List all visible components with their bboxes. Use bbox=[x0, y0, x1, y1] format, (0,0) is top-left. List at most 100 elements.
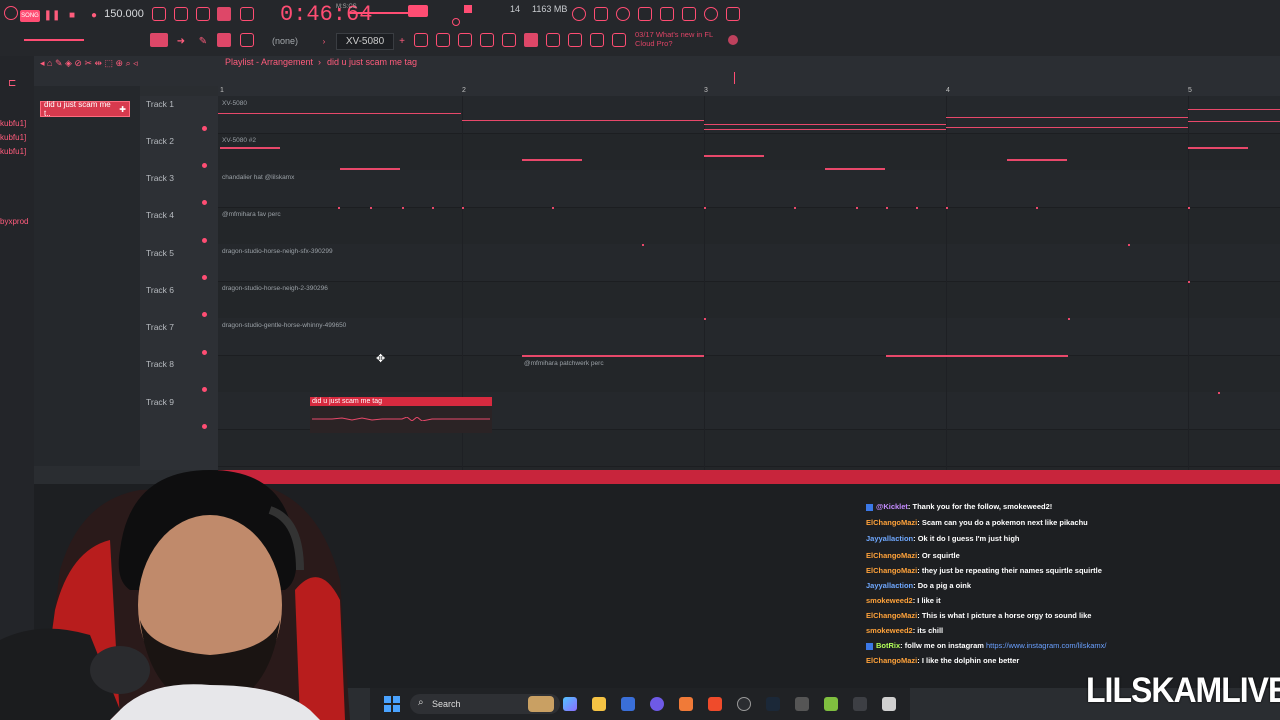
track-label[interactable]: Track 8 bbox=[146, 359, 174, 369]
track-label[interactable]: Track 4 bbox=[146, 210, 174, 220]
browser-toggle-icon[interactable]: ⊏ bbox=[8, 78, 16, 89]
track-mute-led[interactable] bbox=[202, 126, 207, 131]
taskbar-search[interactable]: ⌕ Search bbox=[410, 694, 560, 714]
countdown-icon[interactable] bbox=[196, 7, 210, 21]
track-label[interactable]: Track 7 bbox=[146, 322, 174, 332]
file-explorer-icon[interactable] bbox=[592, 697, 606, 711]
browser-item[interactable]: kubfu1] bbox=[0, 147, 26, 156]
wait-icon[interactable] bbox=[174, 7, 188, 21]
blend-icon[interactable] bbox=[240, 7, 254, 21]
obs-icon[interactable] bbox=[737, 697, 751, 711]
track-mute-led[interactable] bbox=[202, 163, 207, 168]
news-close-icon[interactable] bbox=[728, 35, 738, 45]
mixer-view-icon[interactable] bbox=[480, 33, 494, 47]
track-lane[interactable] bbox=[218, 133, 1280, 171]
pattern-selector[interactable]: XV-5080 bbox=[336, 33, 394, 50]
record-icon[interactable]: ● bbox=[88, 7, 100, 23]
track-lane[interactable] bbox=[218, 244, 1280, 282]
timeline-ruler[interactable]: 1 2 3 4 5 bbox=[218, 86, 1280, 96]
discord-icon[interactable] bbox=[650, 697, 664, 711]
time-display[interactable]: 0:46:64 bbox=[280, 2, 372, 27]
download-icon[interactable] bbox=[726, 7, 740, 21]
clip-label[interactable]: @mfmihara fav perc bbox=[222, 211, 281, 218]
main-volume-slider[interactable] bbox=[24, 39, 84, 41]
help-icon[interactable] bbox=[638, 7, 652, 21]
piano-roll-icon[interactable] bbox=[436, 33, 450, 47]
microphone-icon[interactable] bbox=[616, 7, 630, 21]
browser-item[interactable]: kubfu1] bbox=[0, 119, 26, 128]
browser-icon[interactable] bbox=[502, 33, 516, 47]
plus-icon[interactable]: + bbox=[396, 33, 408, 49]
link-icon[interactable] bbox=[217, 33, 231, 47]
track-mute-led[interactable] bbox=[202, 238, 207, 243]
master-pitch-knob[interactable] bbox=[408, 5, 428, 17]
clip-label[interactable]: dragon-studio-gentle-horse-whinny-499650 bbox=[222, 322, 346, 329]
playlist-icon[interactable] bbox=[414, 33, 428, 47]
tempo-tapper-icon[interactable] bbox=[546, 33, 560, 47]
channel-icon[interactable] bbox=[458, 33, 472, 47]
track-mute-led[interactable] bbox=[202, 200, 207, 205]
stamp-icon[interactable] bbox=[240, 33, 254, 47]
clip-label[interactable]: XV-5080 bbox=[222, 100, 247, 107]
pattern-song-icon[interactable] bbox=[150, 33, 168, 47]
clip-label[interactable]: XV-5080 #2 bbox=[222, 137, 256, 144]
mixer-strip[interactable] bbox=[218, 470, 1280, 484]
macro-icon[interactable] bbox=[590, 33, 604, 47]
mixer-icon[interactable] bbox=[594, 7, 608, 21]
track-mute-led[interactable] bbox=[202, 350, 207, 355]
oscilloscope-icon[interactable] bbox=[464, 5, 472, 13]
fl-logo-icon[interactable] bbox=[4, 6, 18, 20]
windows-start-icon[interactable] bbox=[384, 696, 400, 712]
track-label[interactable]: Track 1 bbox=[146, 99, 174, 109]
clip-label[interactable]: @mfmihara patchwerk perc bbox=[524, 360, 604, 367]
app-icon[interactable] bbox=[824, 697, 838, 711]
track-mute-led[interactable] bbox=[202, 387, 207, 392]
add-pattern-icon[interactable]: ✚ bbox=[119, 105, 126, 114]
clip-label[interactable]: dragon-studio-horse-neigh-sfx-390299 bbox=[222, 248, 333, 255]
track-label[interactable]: Track 6 bbox=[146, 285, 174, 295]
copilot-icon[interactable] bbox=[563, 697, 577, 711]
channel-rack-icon[interactable] bbox=[682, 7, 696, 21]
track-lane[interactable] bbox=[218, 170, 1280, 208]
browser-item[interactable]: kubfu1] bbox=[0, 133, 26, 142]
undo-history-icon[interactable] bbox=[572, 7, 586, 21]
fl-studio-icon[interactable] bbox=[679, 697, 693, 711]
arrow-right-icon[interactable]: ➜ bbox=[174, 33, 188, 49]
track-mute-led[interactable] bbox=[202, 312, 207, 317]
browser-item[interactable]: byxprod bbox=[0, 217, 28, 226]
song-mode-icon[interactable]: SONG bbox=[20, 10, 40, 22]
metronome-icon[interactable] bbox=[152, 7, 166, 21]
loop-record-icon[interactable] bbox=[217, 7, 231, 21]
app-icon[interactable] bbox=[882, 697, 896, 711]
snap-selector[interactable]: (none) bbox=[272, 36, 298, 46]
playlist-tools-icons[interactable]: ◂ ⌂ ✎ ◈ ⊘ ✂ ⇹ ⬚ ⊕ ⌕ ◃ bbox=[40, 58, 138, 69]
track-lane[interactable] bbox=[218, 281, 1280, 319]
track-label[interactable]: Track 3 bbox=[146, 173, 174, 183]
track-mute-led[interactable] bbox=[202, 275, 207, 280]
plugin-icon[interactable] bbox=[524, 33, 538, 47]
playhead-marker[interactable] bbox=[734, 72, 735, 84]
app-icon[interactable] bbox=[795, 697, 809, 711]
track-lane[interactable] bbox=[218, 318, 1280, 356]
steam-icon[interactable] bbox=[766, 697, 780, 711]
pencil-icon[interactable]: ✎ bbox=[196, 33, 210, 49]
monitor-icon[interactable] bbox=[452, 18, 460, 26]
pattern-item[interactable]: did u just scam me t.. ✚ bbox=[40, 100, 130, 118]
chevron-right-icon[interactable]: › bbox=[318, 33, 330, 49]
track-lane[interactable] bbox=[218, 429, 1280, 467]
touch-keyboard-icon[interactable] bbox=[568, 33, 582, 47]
master-volume-slider[interactable] bbox=[350, 12, 408, 14]
4k-app-icon[interactable] bbox=[853, 697, 867, 711]
chat-icon[interactable] bbox=[704, 7, 718, 21]
pause-icon[interactable]: ❚❚ bbox=[44, 7, 61, 23]
stop-icon[interactable]: ■ bbox=[66, 7, 78, 23]
clip-label[interactable]: dragon-studio-horse-neigh-2-390296 bbox=[222, 285, 328, 292]
track-label[interactable]: Track 5 bbox=[146, 248, 174, 258]
store-icon[interactable] bbox=[621, 697, 635, 711]
chat-link[interactable]: https://www.instagram.com/lilskamx/ bbox=[986, 641, 1106, 650]
plugin-picker-icon[interactable] bbox=[660, 7, 674, 21]
project-info-icon[interactable] bbox=[612, 33, 626, 47]
brave-icon[interactable] bbox=[708, 697, 722, 711]
track-label[interactable]: Track 2 bbox=[146, 136, 174, 146]
clip-label[interactable]: chandalier hat @lilskamx bbox=[222, 174, 294, 181]
